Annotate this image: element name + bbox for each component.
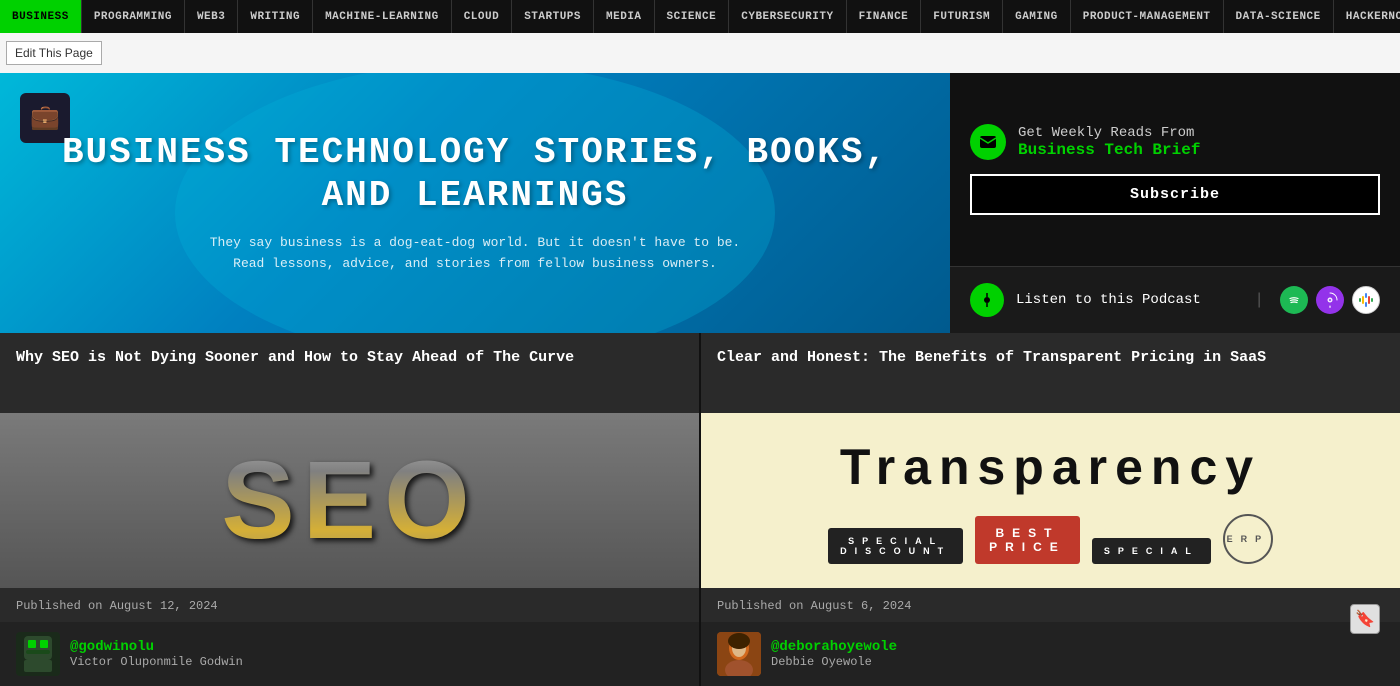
- hero-main: 💼 BUSINESS TECHNOLOGY STORIES, BOOKS,AND…: [0, 73, 950, 333]
- newsletter-name: Business Tech Brief: [1018, 141, 1200, 159]
- podcast-divider: |: [1254, 291, 1264, 309]
- author-info-1: @godwinolu Victor Oluponmile Godwin: [70, 639, 243, 669]
- google-podcasts-icon[interactable]: [1352, 286, 1380, 314]
- nav-item-hackernoon[interactable]: HACKERNOON: [1334, 0, 1400, 33]
- spotify-icon[interactable]: [1280, 286, 1308, 314]
- article-image-2: Transparency SPECIALDISCOUNT BESTPRICE S…: [701, 413, 1400, 588]
- apple-podcasts-icon[interactable]: [1316, 286, 1344, 314]
- hero-subtitle: They say business is a dog-eat-dog world…: [210, 233, 741, 275]
- hero-sidebar: Get Weekly Reads From Business Tech Brie…: [950, 73, 1400, 333]
- seo-text: SEO: [0, 413, 699, 588]
- nav-item-web3[interactable]: WEB3: [185, 0, 238, 33]
- podcast-section: Listen to this Podcast |: [950, 267, 1400, 333]
- hero-title: BUSINESS TECHNOLOGY STORIES, BOOKS,AND L…: [62, 131, 888, 217]
- subscribe-button[interactable]: Subscribe: [970, 174, 1380, 215]
- published-date-2: Published on August 6, 2024: [717, 599, 911, 613]
- nav-item-cybersecurity[interactable]: CYBERSECURITY: [729, 0, 846, 33]
- article-card-2: Clear and Honest: The Benefits of Transp…: [701, 333, 1400, 686]
- articles-grid: Why SEO is Not Dying Sooner and How to S…: [0, 333, 1400, 686]
- author-handle-1: @godwinolu: [70, 639, 243, 655]
- nav-item-science[interactable]: SCIENCE: [655, 0, 730, 33]
- hero-section: 💼 BUSINESS TECHNOLOGY STORIES, BOOKS,AND…: [0, 73, 1400, 333]
- podcast-platform-icons: [1280, 286, 1380, 314]
- nav-bar: BUSINESSPROGRAMMINGWEB3WRITINGMACHINE-LE…: [0, 0, 1400, 33]
- nav-item-startups[interactable]: STARTUPS: [512, 0, 594, 33]
- podcast-label: Listen to this Podcast: [1016, 292, 1238, 308]
- article-meta-2: Published on August 6, 2024: [701, 588, 1400, 622]
- newsletter-icon: [970, 124, 1006, 160]
- nav-item-programming[interactable]: PROGRAMMING: [82, 0, 185, 33]
- nav-item-gaming[interactable]: GAMING: [1003, 0, 1071, 33]
- author-info-2: @deborahoyewole Debbie Oyewole: [771, 639, 897, 669]
- nav-item-business[interactable]: BUSINESS: [0, 0, 82, 33]
- nav-item-writing[interactable]: WRITING: [238, 0, 313, 33]
- nav-item-media[interactable]: MEDIA: [594, 0, 655, 33]
- edit-page-button[interactable]: Edit This Page: [6, 41, 102, 65]
- author-avatar-1: [16, 632, 60, 676]
- article-title-2: Clear and Honest: The Benefits of Transp…: [701, 333, 1400, 413]
- author-name-1: Victor Oluponmile Godwin: [70, 655, 243, 669]
- newsletter-label: Get Weekly Reads From: [1018, 125, 1200, 141]
- nav-item-machine-learning[interactable]: MACHINE-LEARNING: [313, 0, 452, 33]
- floating-bookmark-button[interactable]: 🔖: [1350, 604, 1380, 634]
- nav-item-cloud[interactable]: CLOUD: [452, 0, 513, 33]
- author-row-2: @deborahoyewole Debbie Oyewole: [701, 622, 1400, 686]
- author-name-2: Debbie Oyewole: [771, 655, 897, 669]
- newsletter-text: Get Weekly Reads From Business Tech Brie…: [1018, 125, 1200, 159]
- published-date-1: Published on August 12, 2024: [16, 599, 218, 613]
- nav-item-data-science[interactable]: DATA-SCIENCE: [1224, 0, 1334, 33]
- transparency-text: Transparency: [840, 438, 1261, 496]
- author-handle-2: @deborahoyewole: [771, 639, 897, 655]
- nav-item-product-management[interactable]: PRODUCT-MANAGEMENT: [1071, 0, 1224, 33]
- article-meta-1: Published on August 12, 2024: [0, 588, 699, 622]
- nav-item-finance[interactable]: FINANCE: [847, 0, 922, 33]
- article-card-1: Why SEO is Not Dying Sooner and How to S…: [0, 333, 701, 686]
- nav-item-futurism[interactable]: FUTURISM: [921, 0, 1003, 33]
- article-image-1: SEO: [0, 413, 699, 588]
- podcast-icon: [970, 283, 1004, 317]
- author-row-1: @godwinolu Victor Oluponmile Godwin: [0, 622, 699, 686]
- newsletter-header: Get Weekly Reads From Business Tech Brie…: [970, 124, 1380, 160]
- article-title-1: Why SEO is Not Dying Sooner and How to S…: [0, 333, 699, 413]
- newsletter-section: Get Weekly Reads From Business Tech Brie…: [950, 73, 1400, 267]
- author-avatar-2: [717, 632, 761, 676]
